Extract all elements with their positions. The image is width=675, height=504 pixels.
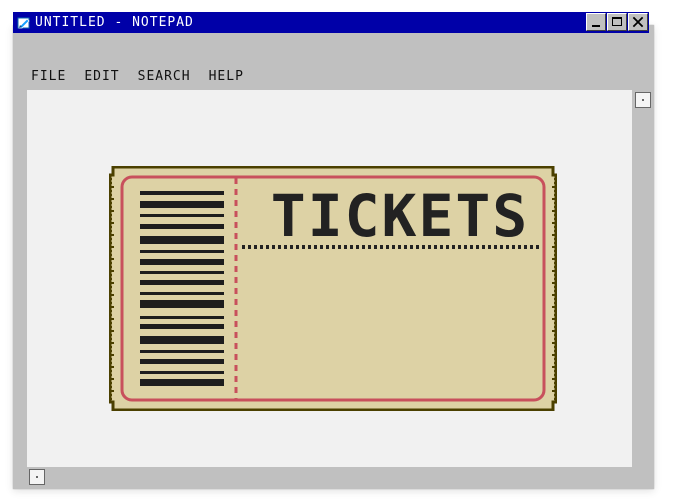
- scroll-up-button[interactable]: [635, 92, 651, 108]
- maximize-icon: [612, 17, 622, 26]
- maximize-button[interactable]: [607, 13, 627, 31]
- menu-edit[interactable]: EDIT: [84, 65, 119, 88]
- menu-bar: FILE EDIT SEARCH HELP: [13, 65, 649, 88]
- ticket-illustration: TICKETS: [109, 166, 557, 411]
- minimize-icon: [592, 25, 600, 27]
- notepad-icon: [16, 15, 32, 31]
- horizontal-scrollbar[interactable]: [27, 467, 632, 485]
- close-icon: [632, 16, 644, 28]
- vertical-scrollbar[interactable]: [632, 90, 650, 467]
- close-button[interactable]: [628, 13, 648, 31]
- window-title: UNTITLED - NOTEPAD: [35, 15, 194, 30]
- menu-file[interactable]: FILE: [31, 65, 66, 88]
- window-controls: [586, 13, 648, 31]
- menu-help[interactable]: HELP: [209, 65, 244, 88]
- minimize-button[interactable]: [586, 13, 606, 31]
- title-bar[interactable]: UNTITLED - NOTEPAD: [13, 12, 649, 33]
- scroll-left-button[interactable]: [29, 469, 45, 485]
- menu-search[interactable]: SEARCH: [138, 65, 191, 88]
- ticket-title: TICKETS: [270, 182, 530, 250]
